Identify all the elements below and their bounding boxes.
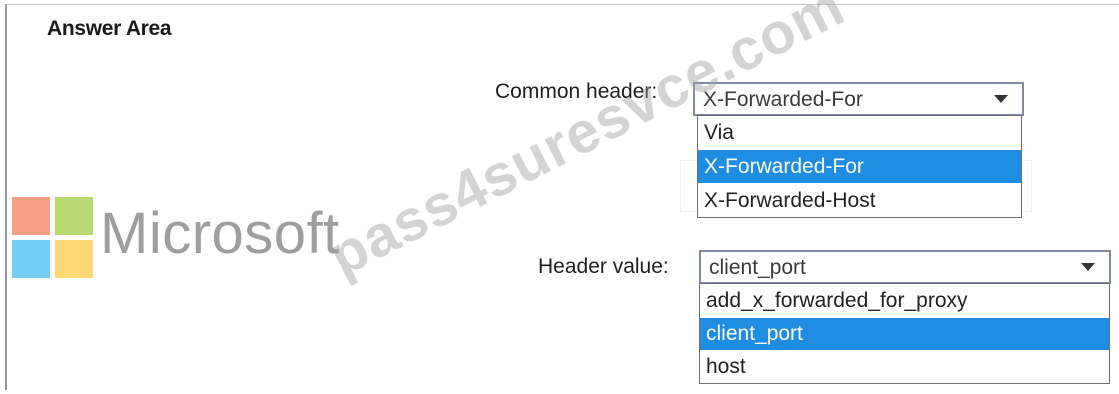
common-header-option-x-forwarded-for[interactable]: X-Forwarded-For — [698, 150, 1021, 183]
common-header-label: Common header: — [495, 80, 658, 103]
header-value-label: Header value: — [538, 255, 669, 278]
common-header-selected-value: X-Forwarded-For — [703, 88, 863, 111]
common-header-option-via[interactable]: Via — [698, 116, 1021, 149]
chevron-down-icon[interactable] — [980, 84, 1022, 114]
header-value-dropdown-list: add_x_forwarded_for_proxy client_port ho… — [699, 283, 1110, 384]
frame-left-border — [5, 4, 7, 390]
logo-red-square — [12, 197, 50, 235]
common-header-select[interactable]: X-Forwarded-For — [693, 82, 1024, 116]
microsoft-wordmark: Microsoft — [100, 201, 340, 266]
header-value-option-add-x-forwarded-for-proxy[interactable]: add_x_forwarded_for_proxy — [700, 285, 1109, 317]
frame-top-border — [5, 4, 1119, 5]
header-value-option-client-port[interactable]: client_port — [700, 318, 1109, 350]
logo-blue-square — [12, 240, 50, 278]
header-value-select[interactable]: client_port — [699, 250, 1111, 284]
header-value-selected-value: client_port — [709, 256, 806, 279]
logo-yellow-square — [55, 240, 93, 278]
chevron-down-icon[interactable] — [1067, 252, 1109, 282]
microsoft-logo-icon — [12, 197, 94, 279]
answer-area-screen: Answer Area Microsoft Common header: X-F… — [0, 0, 1119, 394]
answer-area-title: Answer Area — [47, 17, 172, 40]
common-header-option-x-forwarded-host[interactable]: X-Forwarded-Host — [698, 184, 1021, 217]
header-value-option-host[interactable]: host — [700, 351, 1109, 383]
common-header-dropdown-list: Via X-Forwarded-For X-Forwarded-Host — [697, 115, 1022, 218]
logo-green-square — [55, 197, 93, 235]
